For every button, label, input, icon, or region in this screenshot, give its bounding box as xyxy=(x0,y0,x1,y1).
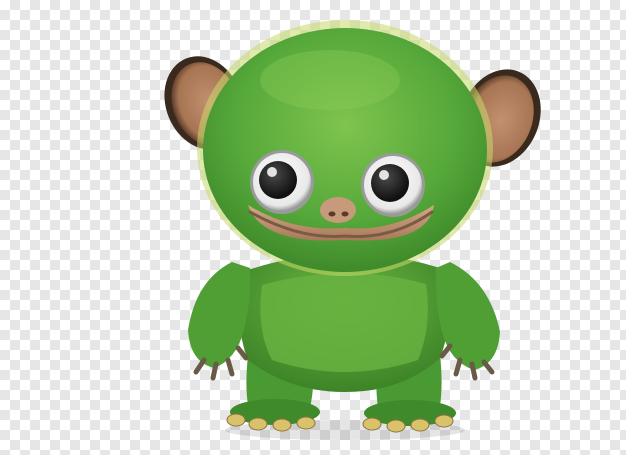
monster-illustration xyxy=(164,20,541,440)
checkerboard-background xyxy=(0,0,626,455)
right-arm xyxy=(435,262,500,381)
nose xyxy=(320,197,356,223)
left-arm xyxy=(188,262,251,381)
left-eye xyxy=(250,150,314,214)
belly-fur xyxy=(260,273,428,372)
right-eye xyxy=(361,153,425,217)
